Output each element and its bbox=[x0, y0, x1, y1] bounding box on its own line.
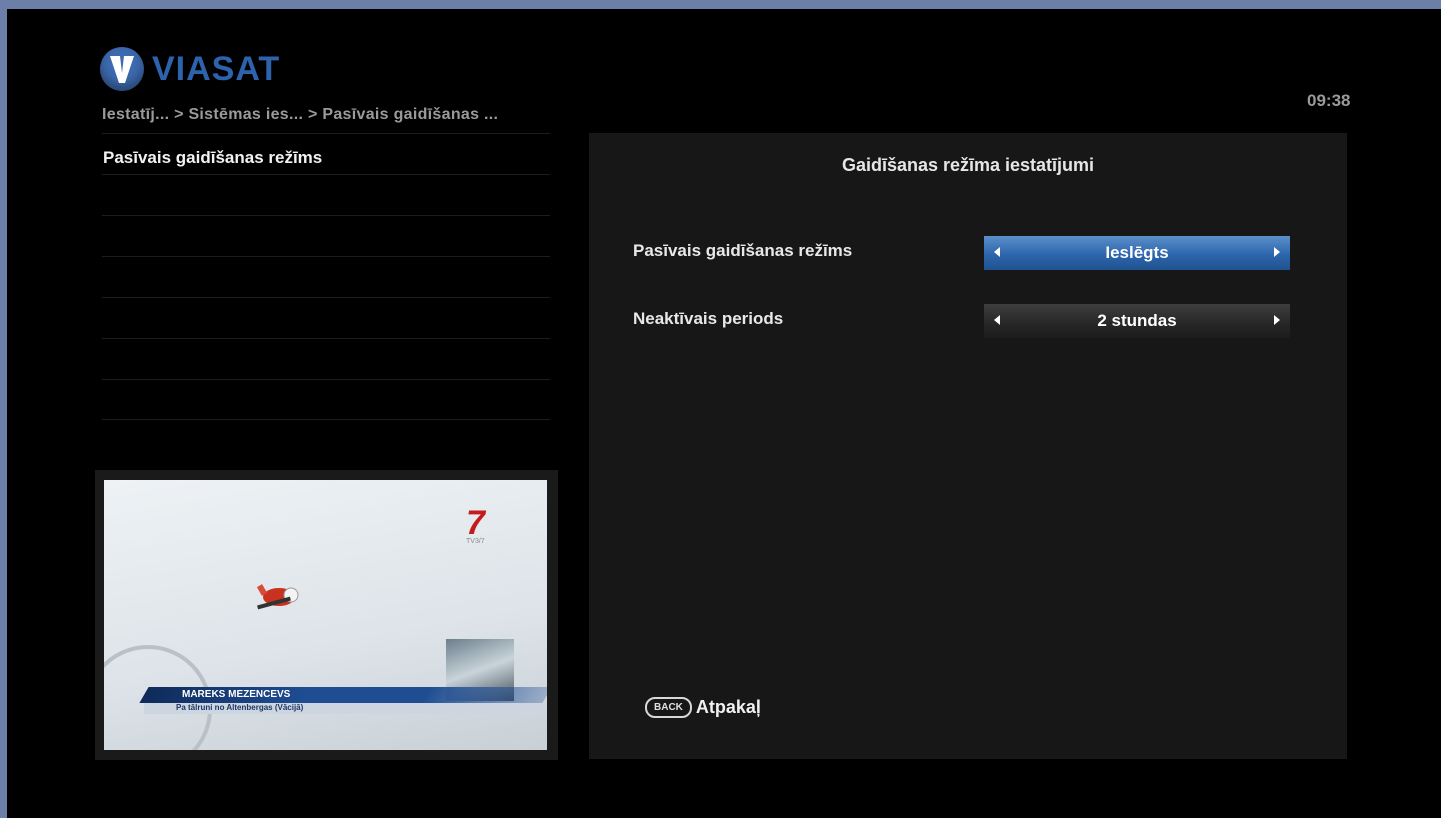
back-key-icon: BACK bbox=[645, 697, 692, 718]
brand-name: VIASAT bbox=[152, 49, 281, 88]
passive-standby-label: Pasīvais gaidīšanas režīms bbox=[633, 241, 853, 260]
inactive-period-value: 2 stundas bbox=[1097, 311, 1177, 330]
menu-item-passive-standby[interactable]: Pasīvais gaidīšanas režīms bbox=[102, 133, 550, 174]
inactive-period-selector[interactable]: 2 stundas bbox=[984, 304, 1290, 338]
video-frame: 7 TV3/7 MAREKS MEZENCEVS Pa tālruni no A… bbox=[104, 480, 547, 750]
panel-title: Gaidīšanas režīma iestatījumi bbox=[841, 155, 1095, 175]
settings-panel: Gaidīšanas režīma iestatījumi Pasīvais g… bbox=[589, 133, 1347, 759]
menu-item-empty bbox=[102, 297, 550, 338]
menu-item-empty bbox=[102, 256, 550, 297]
viasat-v-logo-icon bbox=[100, 47, 144, 91]
back-label: Atpakaļ bbox=[695, 697, 761, 717]
arrow-left-icon[interactable] bbox=[994, 315, 1000, 325]
live-tv-preview: 7 TV3/7 MAREKS MEZENCEVS Pa tālruni no A… bbox=[95, 470, 558, 760]
passive-standby-value: Ieslēgts bbox=[1105, 243, 1169, 262]
menu-item-empty bbox=[102, 338, 550, 379]
breadcrumb: Iestatīj... > Sistēmas ies... > Pasīvais… bbox=[102, 106, 499, 123]
caption-name: MAREKS MEZENCEVS bbox=[182, 689, 291, 700]
clock: 09:38 bbox=[1307, 91, 1351, 110]
menu-item-empty bbox=[102, 215, 550, 256]
channel-logo: 7 bbox=[466, 504, 485, 542]
inactive-period-label: Neaktīvais periods bbox=[633, 309, 784, 328]
menu-item-empty bbox=[102, 174, 550, 215]
menu-item-empty bbox=[102, 379, 550, 420]
viasat-logo: VIASAT bbox=[100, 47, 280, 91]
back-hint[interactable]: BACK Atpakaļ bbox=[645, 697, 761, 718]
skeleton-rider-image bbox=[256, 584, 299, 610]
settings-menu-list: Pasīvais gaidīšanas režīms bbox=[102, 133, 550, 420]
arrow-right-icon[interactable] bbox=[1274, 247, 1280, 257]
tv-screen: VIASAT Iestatīj... > Sistēmas ies... > P… bbox=[7, 9, 1441, 818]
arrow-left-icon[interactable] bbox=[994, 247, 1000, 257]
passive-standby-selector[interactable]: Ieslēgts bbox=[984, 236, 1290, 270]
channel-logo-sub: TV3/7 bbox=[466, 538, 485, 545]
arrow-right-icon[interactable] bbox=[1274, 315, 1280, 325]
caption-subtitle: Pa tālruni no Altenbergas (Vācijā) bbox=[176, 703, 304, 712]
